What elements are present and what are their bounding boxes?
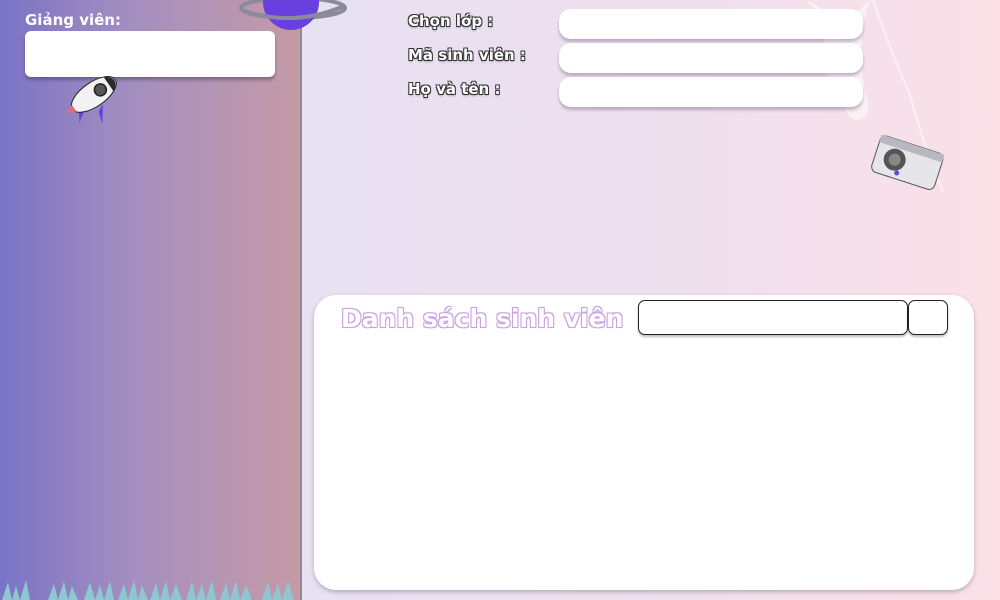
student-list-title: Danh sách sinh viên <box>341 304 624 333</box>
search-button[interactable] <box>908 300 948 335</box>
student-id-field[interactable] <box>559 43 863 73</box>
student-search-input[interactable] <box>638 300 908 335</box>
full-name-field[interactable] <box>559 77 863 107</box>
student-list-panel <box>314 295 974 590</box>
full-name-label: Họ và tên : <box>408 80 501 98</box>
lecturer-label: Giảng viên: <box>25 11 121 29</box>
rocket-icon <box>65 76 117 124</box>
class-select-field[interactable] <box>559 9 863 39</box>
planet-icon <box>239 0 347 30</box>
sidebar-panel <box>0 0 300 600</box>
class-label: Chọn lớp : <box>408 12 494 30</box>
grass-decoration <box>2 580 294 600</box>
camera-icon <box>871 134 945 190</box>
student-id-label: Mã sinh viên : <box>408 46 526 64</box>
